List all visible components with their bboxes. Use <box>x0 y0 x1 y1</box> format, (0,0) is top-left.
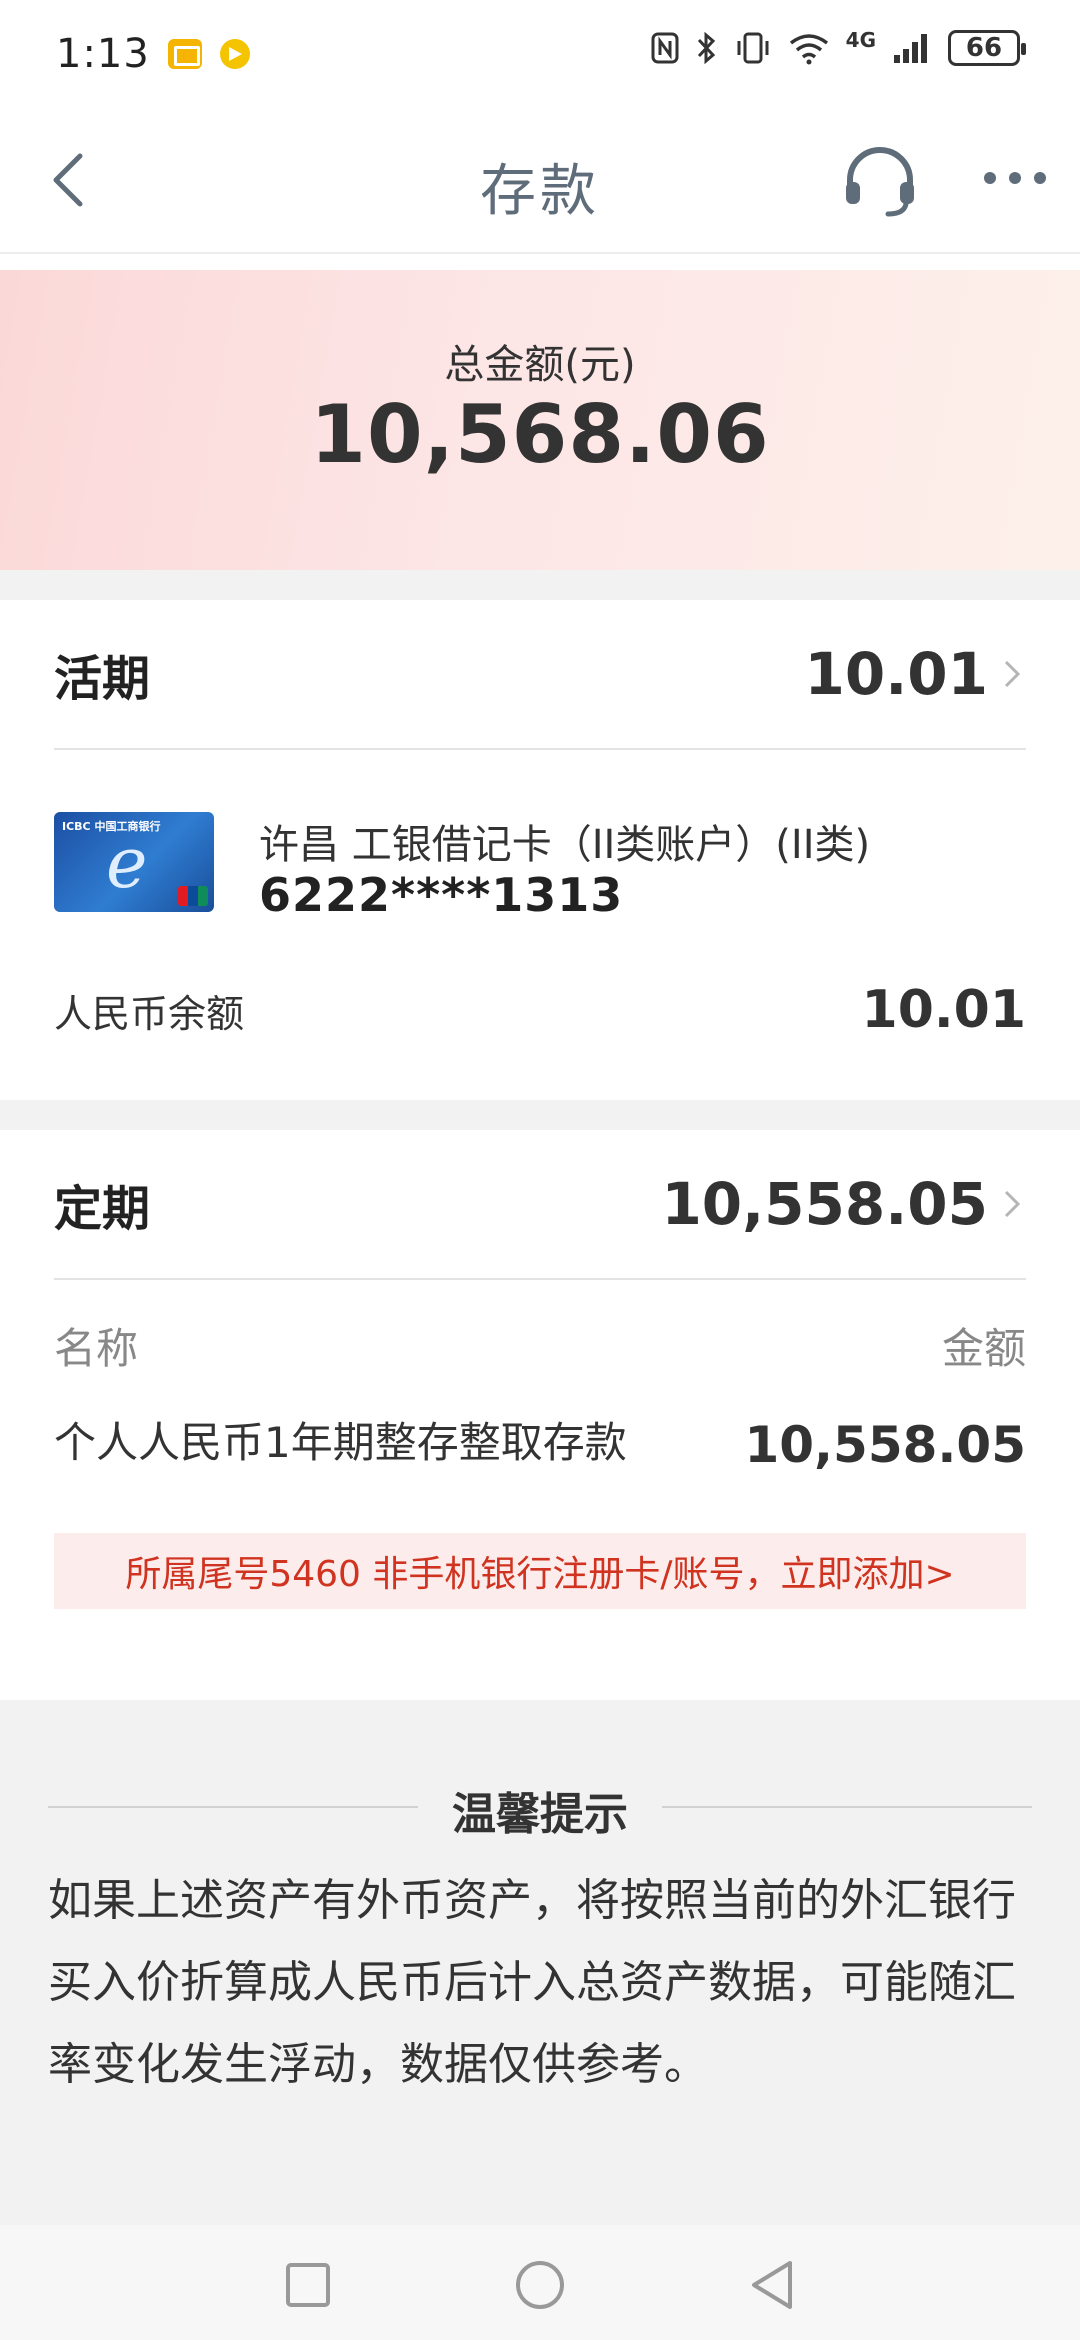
tips-body: 如果上述资产有外币资产，将按照当前的外汇银行买入价折算成人民币后计入总资产数据，… <box>48 1875 1016 2090</box>
chevron-right-icon <box>1004 660 1021 688</box>
total-amount-value: 10,568.06 <box>310 388 770 481</box>
signal-icon <box>894 34 927 63</box>
mail-notification-icon <box>167 39 202 69</box>
product-name: 个人人民币1年期整存整取存款 <box>54 1418 627 1467</box>
divider-gap <box>0 1100 1080 1130</box>
status-left: 1:13 <box>56 31 250 77</box>
tips-title-row: 温馨提示 <box>48 1778 1032 1840</box>
current-section-total-group: 10.01 <box>805 640 1026 708</box>
fixed-section-total-group: 10,558.05 <box>661 1170 1026 1238</box>
tips-section: 温馨提示 如果上述资产有外币资产，将按照当前的外汇银行买入价折算成人民币后计入总… <box>0 1700 1080 2225</box>
status-right: 4G 66 <box>650 28 1026 66</box>
e-logo-icon: e <box>106 822 148 904</box>
unionpay-icon <box>178 886 208 906</box>
add-card-notice-link[interactable]: 所属尾号5460 非手机银行注册卡/账号，立即添加> <box>54 1533 1026 1609</box>
bank-card-name: 许昌 工银借记卡（II类账户）(II类) <box>259 822 871 868</box>
divider-gap <box>0 570 1080 600</box>
headset-icon[interactable] <box>840 142 920 222</box>
column-header-amount: 金额 <box>941 1323 1026 1373</box>
tips-title: 温馨提示 <box>452 1789 628 1840</box>
nav-bar: 存款 <box>0 108 1080 254</box>
app-notification-icon <box>219 39 250 69</box>
bank-card-image: ICBC 中国工商银行 e <box>54 812 214 912</box>
fixed-product-row[interactable]: 个人人民币1年期整存整取存款 10,558.05 <box>54 1416 1026 1526</box>
recent-apps-icon[interactable] <box>278 2255 338 2315</box>
vibrate-icon <box>737 32 769 64</box>
home-icon[interactable] <box>510 2255 570 2315</box>
column-header-name: 名称 <box>54 1323 139 1373</box>
fixed-section-header[interactable]: 定期 10,558.05 <box>54 1130 1026 1280</box>
system-nav-bar <box>0 2225 1080 2340</box>
current-section-total: 10.01 <box>804 640 988 708</box>
fixed-section-title: 定期 <box>54 1181 151 1237</box>
network-type: 4G <box>845 28 876 52</box>
rmb-balance-value: 10.01 <box>861 980 1026 1040</box>
more-dots-icon[interactable] <box>980 158 1050 198</box>
wifi-icon <box>789 34 828 65</box>
fixed-deposit-card: 定期 10,558.05 名称 金额 个人人民币1年期整存整取存款 10,558… <box>0 1130 1080 1700</box>
chevron-right-icon <box>1004 1190 1021 1218</box>
current-section-title: 活期 <box>54 651 151 707</box>
back-triangle-icon[interactable] <box>742 2255 802 2315</box>
fixed-section-total: 10,558.05 <box>661 1170 988 1238</box>
nfc-icon <box>651 32 679 64</box>
total-summary-banner: 总金额(元) 10,568.06 <box>0 270 1080 570</box>
status-time: 1:13 <box>56 31 150 77</box>
current-deposit-card: 活期 10.01 ICBC 中国工商银行 e 许昌 工银借记卡（II类账户）(I… <box>0 600 1080 1100</box>
product-amount: 10,558.05 <box>744 1416 1026 1474</box>
bank-card-row[interactable]: ICBC 中国工商银行 e 许昌 工银借记卡（II类账户）(II类) 6222*… <box>54 812 1026 922</box>
bluetooth-icon <box>697 31 715 65</box>
bank-card-number: 6222****1313 <box>259 868 624 922</box>
fixed-column-headers: 名称 金额 <box>54 1315 1026 1375</box>
status-bar: 1:13 4G 66 <box>0 0 1080 108</box>
total-amount-label: 总金额(元) <box>444 342 636 388</box>
rmb-balance-label: 人民币余额 <box>54 991 245 1036</box>
battery-indicator: 66 <box>948 30 1026 66</box>
current-section-header[interactable]: 活期 10.01 <box>54 600 1026 750</box>
rmb-balance-row: 人民币余额 10.01 <box>54 980 1026 1040</box>
